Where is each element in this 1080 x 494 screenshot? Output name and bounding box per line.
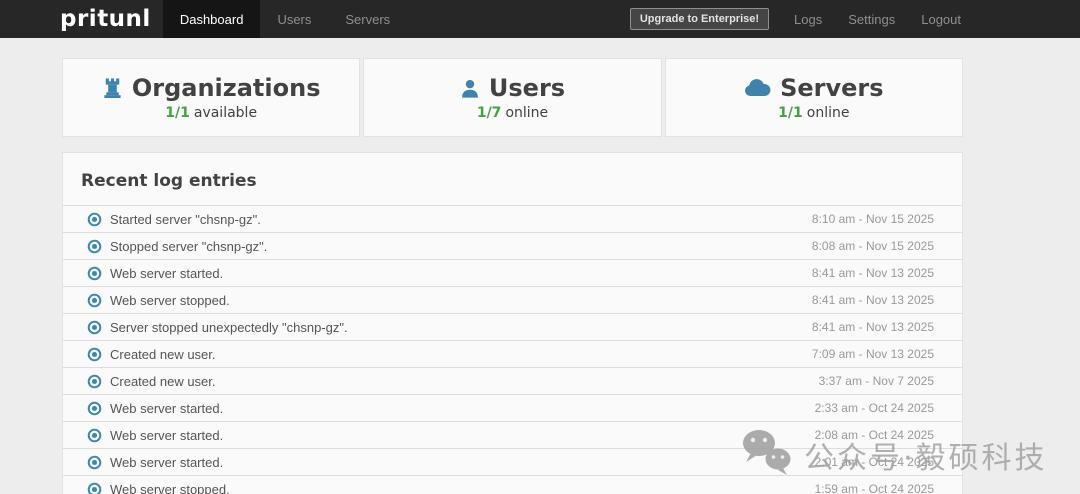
log-entry-row: Created new user. 7:09 am - Nov 13 2025 — [63, 340, 962, 367]
log-message: Stopped server "chsnp-gz". — [110, 238, 268, 254]
log-bullseye-icon — [87, 347, 110, 362]
log-bullseye-icon — [87, 482, 110, 494]
stat-card-servers: Servers 1/1 online — [664, 58, 963, 137]
tab-users[interactable]: Users — [260, 0, 328, 38]
stat-count: 1/1 — [778, 105, 803, 121]
log-timestamp: 2:08 am - Oct 24 2025 — [814, 428, 934, 442]
log-bullseye-icon — [87, 401, 110, 416]
stat-status: online — [806, 105, 850, 121]
stat-status: available — [193, 105, 258, 121]
log-bullseye-icon — [87, 374, 110, 389]
rook-icon — [102, 77, 123, 99]
stat-status: online — [505, 105, 549, 121]
log-list: Started server "chsnp-gz". 8:10 am - Nov… — [63, 205, 962, 494]
log-timestamp: 3:37 am - Nov 7 2025 — [818, 374, 934, 388]
log-timestamp: 7:09 am - Nov 13 2025 — [811, 347, 934, 361]
stat-title: Organizations — [131, 74, 321, 102]
navbar-right: Upgrade to Enterprise! Logs Settings Log… — [629, 0, 1080, 38]
log-panel-title: Recent log entries — [81, 171, 257, 191]
tab-dashboard[interactable]: Dashboard — [162, 0, 261, 38]
stat-subtitle: 1/1 available — [165, 105, 257, 121]
log-message: Web server started. — [110, 265, 224, 281]
log-entry-row: Stopped server "chsnp-gz". 8:08 am - Nov… — [63, 232, 962, 259]
tab-servers[interactable]: Servers — [328, 0, 407, 38]
log-timestamp: 2:01 am - Oct 24 2025 — [814, 455, 934, 469]
log-entry-row: Web server started. 2:33 am - Oct 24 202… — [63, 394, 962, 421]
nav-link-logout[interactable]: Logout — [908, 12, 974, 27]
log-entry-row: Server stopped unexpectedly "chsnp-gz". … — [63, 313, 962, 340]
stat-subtitle: 1/7 online — [477, 105, 548, 121]
navbar: pritunl Dashboard Users Servers Upgrade … — [0, 0, 1080, 38]
stat-count: 1/1 — [165, 105, 190, 121]
stat-card-users: Users 1/7 online — [363, 58, 662, 137]
log-message: Web server started. — [110, 454, 224, 470]
stat-card-header: Organizations — [102, 74, 321, 102]
log-bullseye-icon — [87, 455, 110, 470]
stat-subtitle: 1/1 online — [778, 105, 849, 121]
log-bullseye-icon — [87, 212, 110, 227]
nav-link-logs[interactable]: Logs — [781, 12, 835, 27]
log-timestamp: 8:41 am - Nov 13 2025 — [811, 293, 934, 307]
stat-title: Users — [488, 74, 566, 102]
log-message: Web server stopped. — [110, 481, 230, 494]
log-timestamp: 2:33 am - Oct 24 2025 — [814, 401, 934, 415]
log-entry-row: Web server stopped. 8:41 am - Nov 13 202… — [63, 286, 962, 313]
log-timestamp: 8:08 am - Nov 15 2025 — [811, 239, 934, 253]
stat-card-header: Servers — [744, 74, 884, 102]
log-message: Created new user. — [110, 373, 216, 389]
user-icon — [460, 78, 480, 99]
log-entry-row: Web server started. 2:08 am - Oct 24 202… — [63, 421, 962, 448]
log-message: Created new user. — [110, 346, 216, 362]
log-timestamp: 8:41 am - Nov 13 2025 — [811, 266, 934, 280]
log-timestamp: 8:10 am - Nov 15 2025 — [811, 212, 934, 226]
log-bullseye-icon — [87, 266, 110, 281]
main-content: Organizations 1/1 available Users 1/7 onli… — [62, 58, 963, 494]
log-entry-row: Web server started. 2:01 am - Oct 24 202… — [63, 448, 962, 475]
log-message: Web server started. — [110, 427, 224, 443]
log-entry-row: Created new user. 3:37 am - Nov 7 2025 — [63, 367, 962, 394]
cloud-icon — [744, 79, 771, 97]
log-message: Started server "chsnp-gz". — [110, 211, 261, 227]
stat-card-organizations: Organizations 1/1 available — [62, 58, 361, 137]
stat-title: Servers — [780, 74, 884, 102]
log-bullseye-icon — [87, 428, 110, 443]
log-panel: Recent log entries Started server "chsnp… — [62, 152, 963, 494]
log-entry-row: Web server stopped. 1:59 am - Oct 24 202… — [63, 475, 962, 494]
log-bullseye-icon — [87, 293, 110, 308]
log-message: Web server stopped. — [110, 292, 230, 308]
pritunl-logo[interactable]: pritunl — [0, 0, 163, 38]
log-bullseye-icon — [87, 320, 110, 335]
log-message: Server stopped unexpectedly "chsnp-gz". — [110, 319, 348, 335]
stat-card-header: Users — [460, 74, 565, 102]
log-entry-row: Web server started. 8:41 am - Nov 13 202… — [63, 259, 962, 286]
log-timestamp: 8:41 am - Nov 13 2025 — [811, 320, 934, 334]
log-bullseye-icon — [87, 239, 110, 254]
stat-count: 1/7 — [476, 105, 502, 121]
log-message: Web server started. — [110, 400, 224, 416]
log-entry-row: Started server "chsnp-gz". 8:10 am - Nov… — [63, 205, 962, 232]
nav-link-settings[interactable]: Settings — [835, 12, 908, 27]
stats-row: Organizations 1/1 available Users 1/7 onli… — [62, 58, 963, 137]
log-timestamp: 1:59 am - Oct 24 2025 — [814, 482, 934, 494]
upgrade-enterprise-button[interactable]: Upgrade to Enterprise! — [629, 8, 770, 30]
